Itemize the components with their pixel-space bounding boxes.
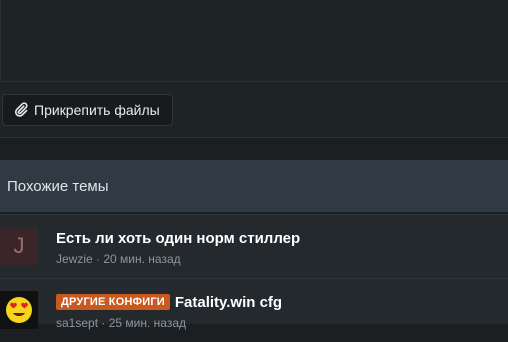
avatar[interactable]: J (0, 227, 38, 265)
thread-time: 20 мин. назад (103, 252, 181, 266)
meta-separator: · (101, 316, 106, 330)
similar-threads-heading: Похожие темы (0, 160, 508, 214)
thread-author[interactable]: sa1sept (56, 316, 98, 330)
attach-files-label: Прикрепить файлы (34, 102, 160, 118)
thread-title[interactable]: Fatality.win cfg (175, 294, 282, 311)
message-editor-area[interactable] (0, 0, 508, 82)
meta-separator: · (96, 252, 101, 266)
heart-eyes-emoji-avatar[interactable] (0, 291, 38, 329)
attachment-row: Прикрепить файлы (0, 82, 508, 138)
thread-prefix-badge[interactable]: ДРУГИЕ КОНФИГИ (56, 294, 170, 310)
similar-threads-block: Похожие темы J Есть ли хоть один норм ст… (0, 160, 508, 330)
thread-meta: sa1sept · 25 мин. назад (56, 316, 186, 330)
thread-time: 25 мин. назад (108, 316, 186, 330)
thread-author[interactable]: Jewzie (56, 252, 93, 266)
thread-item[interactable]: ДРУГИЕ КОНФИГИ Fatality.win cfg sa1sept ·… (0, 278, 508, 342)
thread-meta: Jewzie · 20 мин. назад (56, 252, 181, 266)
thread-item[interactable]: J Есть ли хоть один норм стиллер Jewzie … (0, 214, 508, 278)
thread-title-line: ДРУГИЕ КОНФИГИ Fatality.win cfg (56, 294, 282, 311)
paperclip-icon (13, 102, 29, 118)
attach-files-button[interactable]: Прикрепить файлы (2, 94, 173, 126)
thread-title[interactable]: Есть ли хоть один норм стиллер (56, 230, 300, 247)
